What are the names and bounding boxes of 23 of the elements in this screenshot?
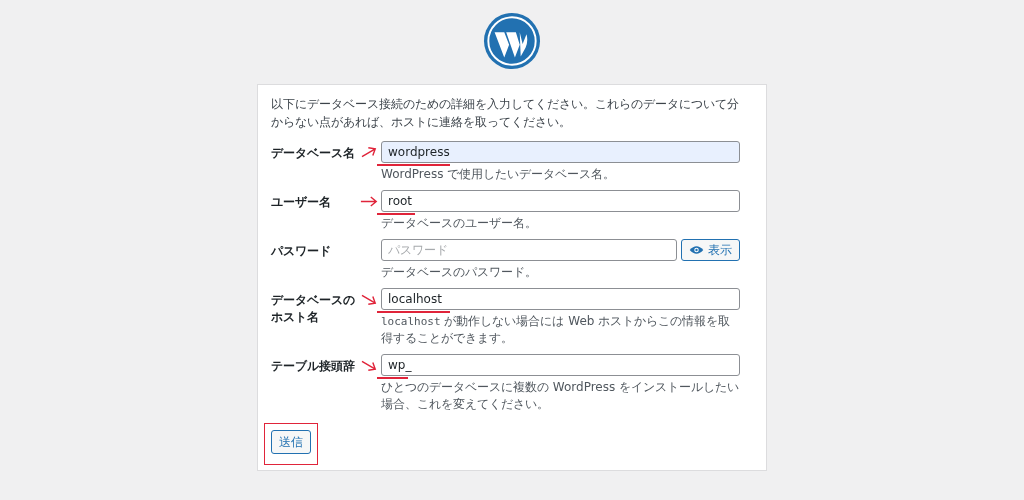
field-label: テーブル接頭辞 bbox=[271, 358, 356, 375]
field-description: データベースのユーザー名。 bbox=[381, 215, 538, 232]
input-field[interactable]: wordpress bbox=[381, 141, 740, 163]
field-label: データベース名 bbox=[271, 145, 356, 162]
field-description: WordPress で使用したいデータベース名。 bbox=[381, 166, 617, 183]
submit-button[interactable]: 送信 bbox=[271, 430, 311, 454]
input-field[interactable]: localhost bbox=[381, 288, 740, 310]
field-label: パスワード bbox=[271, 243, 332, 260]
eye-icon bbox=[689, 245, 704, 255]
intro-text: 以下にデータベース接続のための詳細を入力してください。これらのデータについて分からない点があれば、ホストに連絡を取ってください。 bbox=[271, 96, 740, 131]
annotation-underline bbox=[377, 377, 408, 379]
field-description: ひとつのデータベースに複数の WordPress をインストールしたい場合、これを変えてください。 bbox=[381, 379, 740, 413]
annotation-arrow bbox=[360, 195, 378, 208]
field-label: データベースのホスト名 bbox=[271, 292, 356, 326]
field-label: ユーザー名 bbox=[271, 194, 332, 211]
annotation-underline bbox=[377, 213, 415, 215]
field-description: localhost が動作しない場合には Web ホストからこの情報を取得することができます。 bbox=[381, 313, 732, 347]
wordpress-logo-icon bbox=[483, 12, 541, 70]
show-password-button[interactable]: 表示 bbox=[681, 239, 740, 261]
input-field[interactable]: root bbox=[381, 190, 740, 212]
input-field[interactable]: パスワード bbox=[381, 239, 677, 261]
input-field[interactable]: wp_ bbox=[381, 354, 740, 376]
field-description: データベースのパスワード。 bbox=[381, 264, 538, 281]
